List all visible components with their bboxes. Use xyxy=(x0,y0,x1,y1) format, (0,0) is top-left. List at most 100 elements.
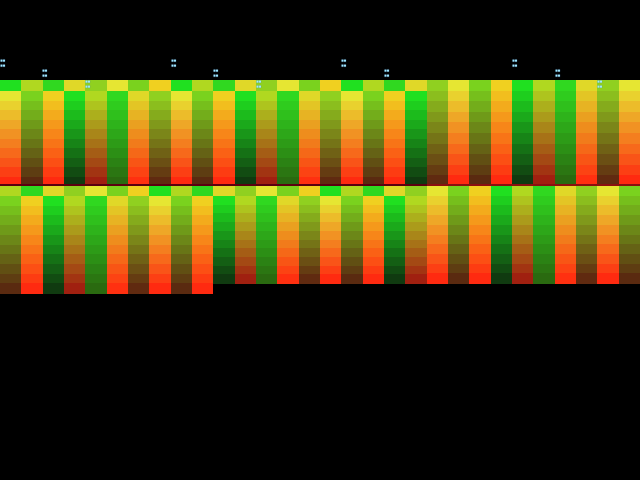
upper-band-cell xyxy=(427,154,448,166)
upper-band-cell xyxy=(576,154,597,166)
lower-band-cell xyxy=(427,254,448,265)
lower-band-cell xyxy=(171,264,192,275)
lower-band-cell xyxy=(235,186,256,197)
lower-band-cell xyxy=(64,225,85,236)
upper-band-cell xyxy=(192,148,213,159)
lower-band-cell xyxy=(43,235,64,246)
lower-band-cell xyxy=(363,257,384,267)
lower-band-cell xyxy=(320,213,341,223)
lower-band-cell xyxy=(21,186,43,197)
upper-band-cell xyxy=(533,80,555,92)
lower-band-cell xyxy=(363,274,384,284)
lower-band-cell xyxy=(64,215,85,226)
lower-band-cell xyxy=(533,273,555,284)
upper-band-cell xyxy=(235,80,256,92)
lower-band-cell xyxy=(21,283,43,294)
upper-band-cell xyxy=(107,167,128,178)
upper-band-cell xyxy=(192,167,213,178)
upper-band-cell xyxy=(85,148,107,159)
upper-band-cell xyxy=(341,80,363,92)
lower-band-cell xyxy=(320,257,341,267)
lower-band-cell xyxy=(128,235,149,246)
lower-band-cell xyxy=(192,186,213,197)
upper-band-cell xyxy=(256,91,277,102)
lower-band-cell xyxy=(619,244,640,255)
lower-band-cell xyxy=(128,283,149,294)
upper-band-cell xyxy=(427,101,448,113)
lower-band-cell xyxy=(405,231,427,241)
upper-band-cell xyxy=(576,101,597,113)
upper-band-cell xyxy=(405,80,427,92)
lower-band-cell xyxy=(448,244,469,255)
upper-band-cell xyxy=(171,167,192,178)
lower-band-cell xyxy=(363,231,384,241)
lower-band-cell xyxy=(235,213,256,223)
upper-band-cell xyxy=(299,129,320,140)
lower-band-cell xyxy=(363,248,384,258)
lower-band-cell xyxy=(405,213,427,223)
upper-band-cell xyxy=(64,91,85,102)
lower-band-cell xyxy=(555,254,576,265)
upper-band-cell xyxy=(213,148,235,159)
upper-band-cell xyxy=(448,122,469,134)
lower-band-cell xyxy=(341,257,363,267)
lower-band-cell xyxy=(576,244,597,255)
lower-band-cell xyxy=(491,244,512,255)
upper-band-cell xyxy=(0,91,21,102)
lower-band-cell xyxy=(597,254,619,265)
lower-band-cell xyxy=(213,274,235,284)
lower-band-cell xyxy=(576,186,597,197)
lower-band-cell xyxy=(128,264,149,275)
lower-band-cell xyxy=(555,205,576,216)
tick-marker: ▪▪ ▪▪ xyxy=(512,58,518,69)
lower-band-cell xyxy=(64,235,85,246)
tick-marker: ▪▪ ▪▪ xyxy=(256,79,262,90)
upper-band-cell xyxy=(363,167,384,178)
upper-band-cell xyxy=(107,148,128,159)
upper-band-cell xyxy=(384,167,405,178)
upper-band-cell xyxy=(448,80,469,92)
lower-band-cell xyxy=(43,254,64,265)
upper-band-cell xyxy=(469,122,491,134)
lower-band-cell xyxy=(619,205,640,216)
upper-band-cell xyxy=(149,80,171,92)
lower-band-cell xyxy=(341,248,363,258)
lower-band-cell xyxy=(171,254,192,265)
lower-band-cell xyxy=(299,257,320,267)
upper-band-cell xyxy=(427,80,448,92)
lower-band-cell xyxy=(277,274,299,284)
tick-marker: ▪▪ ▪▪ xyxy=(171,58,177,69)
tick-marker: ▪▪ ▪▪ xyxy=(0,58,6,69)
upper-band-cell xyxy=(149,129,171,140)
lower-band-cell xyxy=(448,186,469,197)
lower-band-cell xyxy=(0,283,21,294)
lower-band-cell xyxy=(277,248,299,258)
lower-band-cell xyxy=(576,205,597,216)
tick-marker: ▪▪ ▪▪ xyxy=(42,68,48,79)
upper-band-cell xyxy=(64,80,85,92)
upper-band-cell xyxy=(128,91,149,102)
lower-band-cell xyxy=(405,196,427,206)
lower-band-cell xyxy=(0,215,21,226)
lower-band-cell xyxy=(213,222,235,232)
lower-band-cell xyxy=(405,186,427,197)
upper-band-cell xyxy=(213,167,235,178)
lower-band-cell xyxy=(341,231,363,241)
lower-band-cell xyxy=(235,274,256,284)
tick-marker: ▪▪ ▪▪ xyxy=(555,68,561,79)
upper-band-cell xyxy=(448,133,469,145)
upper-band-cell xyxy=(597,154,619,166)
upper-band-cell xyxy=(491,122,512,134)
lower-band-cell xyxy=(0,196,21,207)
upper-band-cell xyxy=(363,91,384,102)
upper-band-cell xyxy=(341,110,363,121)
lower-band-cell xyxy=(341,196,363,206)
lower-band-cell xyxy=(320,248,341,258)
upper-band-cell xyxy=(597,122,619,134)
upper-band-cell xyxy=(107,80,128,92)
lower-band-cell xyxy=(107,215,128,226)
upper-band-cell xyxy=(576,80,597,92)
lower-band-cell xyxy=(192,283,213,294)
upper-band-cell xyxy=(0,80,21,92)
lower-band-cell xyxy=(299,196,320,206)
